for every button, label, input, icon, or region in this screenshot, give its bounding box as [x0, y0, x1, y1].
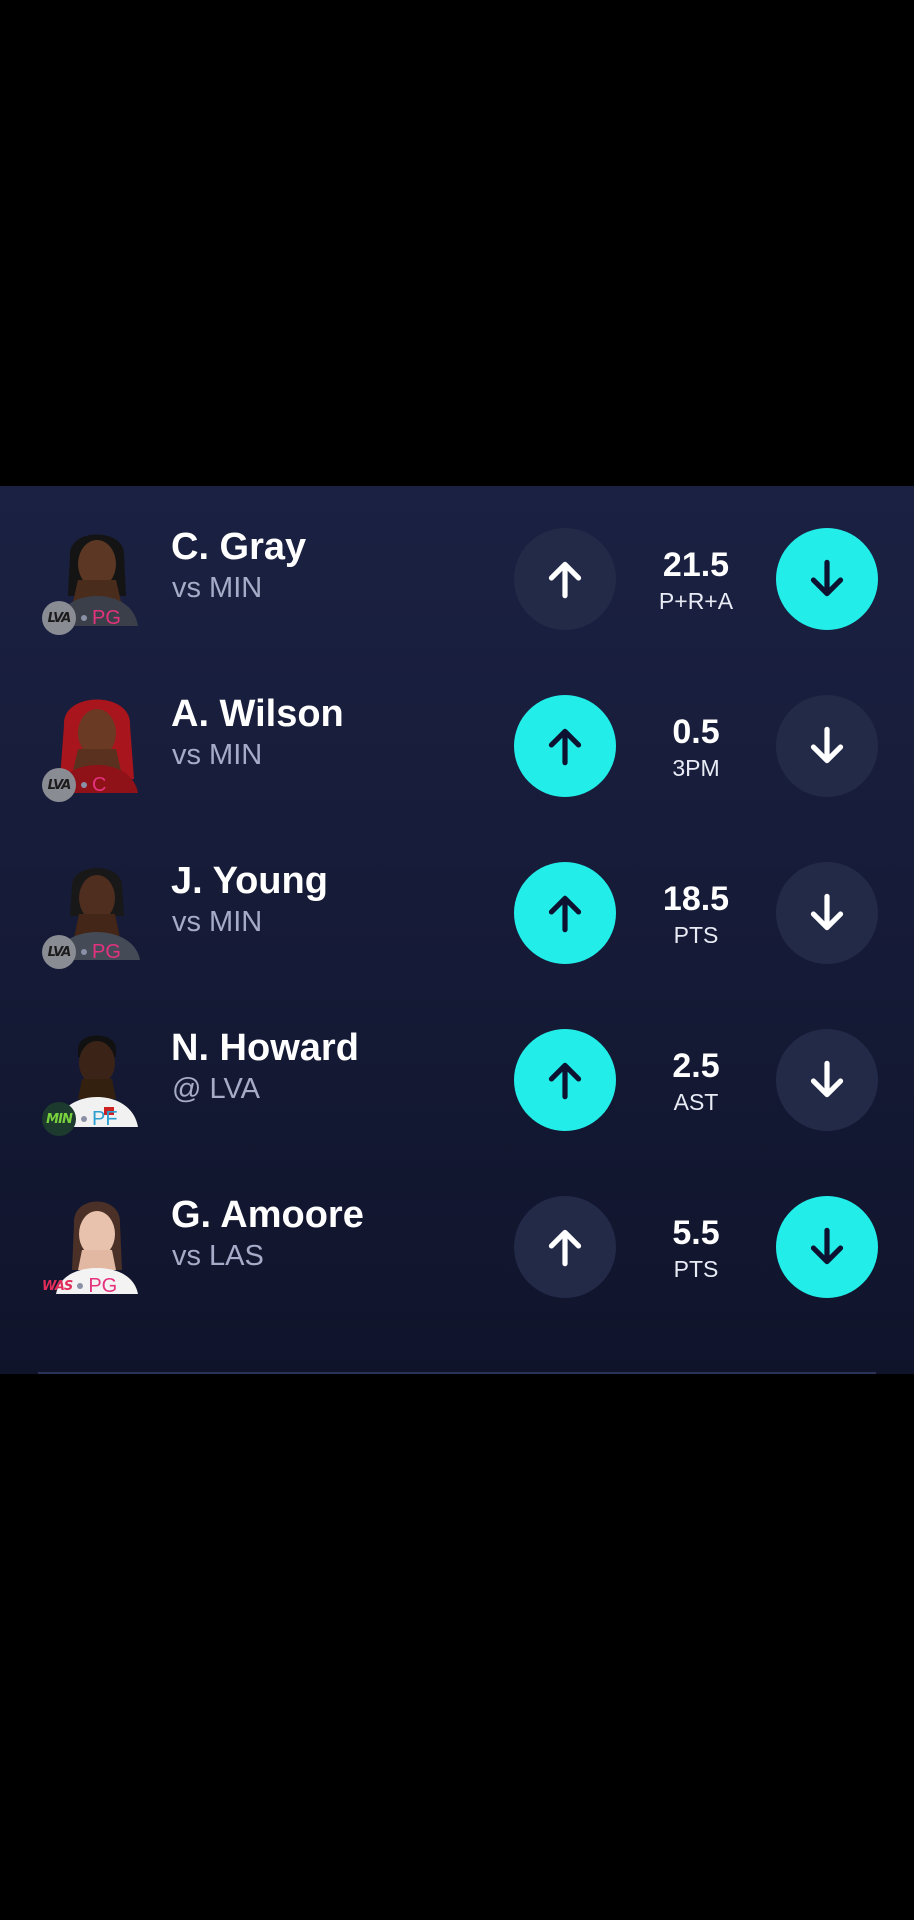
less-button[interactable]	[776, 1029, 878, 1131]
player-position: PF	[92, 1107, 118, 1130]
more-button[interactable]	[514, 528, 616, 630]
player-row-amoore: WAS PG G. Amoore vs LAS 5.5 PTS	[0, 1154, 914, 1321]
player-opponent: @ LVA	[172, 1073, 261, 1105]
stat-type: P+R+A	[658, 588, 734, 614]
stat-type: PTS	[673, 1256, 719, 1282]
separator-dot	[77, 1283, 84, 1289]
separator-dot	[81, 1116, 87, 1122]
player-opponent: vs LAS	[172, 1240, 264, 1272]
more-button[interactable]	[514, 862, 616, 964]
less-button[interactable]	[776, 695, 878, 797]
player-opponent: vs MIN	[172, 572, 263, 604]
player-row-howard: MIN PF N. Howard @ LVA 2.5 AST	[0, 987, 914, 1154]
line-value: 2.5	[672, 1047, 720, 1085]
separator-dot	[81, 615, 87, 621]
less-button[interactable]	[776, 1196, 878, 1298]
team-badge: LVA	[42, 768, 76, 802]
screen: LVA PG C. Gray vs MIN 21.5 P+R+A LVA C A…	[0, 0, 914, 1920]
separator-dot	[81, 782, 87, 788]
bottom-divider	[38, 1372, 876, 1374]
more-button[interactable]	[514, 1196, 616, 1298]
player-team-position: LVA C	[42, 768, 107, 802]
less-button[interactable]	[776, 862, 878, 964]
arrow-up-icon	[548, 895, 582, 933]
arrow-up-icon	[548, 1229, 582, 1267]
stat-type: AST	[673, 1089, 719, 1115]
player-name: J. Young	[171, 860, 328, 902]
team-badge: MIN	[42, 1102, 76, 1136]
line-value: 5.5	[672, 1214, 720, 1252]
arrow-down-icon	[810, 893, 844, 931]
arrow-down-icon	[810, 1227, 844, 1265]
line-value: 0.5	[672, 713, 720, 751]
player-position: PG	[92, 940, 121, 963]
player-avatar: LVA C	[38, 689, 156, 807]
player-name: G. Amoore	[171, 1194, 364, 1236]
team-badge: WAS	[42, 1278, 73, 1294]
player-position: PG	[88, 1274, 118, 1297]
team-badge: LVA	[42, 935, 76, 969]
player-name: N. Howard	[171, 1027, 359, 1069]
stat-type: 3PM	[672, 755, 720, 781]
player-opponent: vs MIN	[172, 906, 263, 938]
player-opponent: vs MIN	[172, 739, 263, 771]
line-value: 21.5	[662, 546, 730, 584]
player-team-position: LVA PG	[42, 601, 121, 635]
player-name: C. Gray	[171, 526, 307, 568]
player-picks-panel: LVA PG C. Gray vs MIN 21.5 P+R+A LVA C A…	[0, 486, 914, 1374]
player-avatar: LVA PG	[38, 522, 156, 640]
arrow-down-icon	[810, 726, 844, 764]
team-badge: LVA	[42, 601, 76, 635]
separator-dot	[81, 949, 87, 955]
player-row-gray: LVA PG C. Gray vs MIN 21.5 P+R+A	[0, 486, 914, 653]
player-row-wilson: LVA C A. Wilson vs MIN 0.5 3PM	[0, 653, 914, 820]
player-name: A. Wilson	[171, 693, 344, 735]
player-avatar: MIN PF	[38, 1023, 156, 1141]
player-avatar: WAS PG	[38, 1190, 156, 1308]
stat-type: PTS	[673, 922, 719, 948]
arrow-up-icon	[548, 1062, 582, 1100]
arrow-down-icon	[810, 559, 844, 597]
player-position: C	[92, 773, 107, 796]
more-button[interactable]	[514, 695, 616, 797]
player-row-young: LVA PG J. Young vs MIN 18.5 PTS	[0, 820, 914, 987]
player-team-position: LVA PG	[42, 935, 121, 969]
player-team-position: WAS PG	[42, 1270, 117, 1302]
arrow-up-icon	[548, 561, 582, 599]
player-team-position: MIN PF	[42, 1102, 118, 1136]
player-avatar: LVA PG	[38, 856, 156, 974]
arrow-down-icon	[810, 1060, 844, 1098]
more-button[interactable]	[514, 1029, 616, 1131]
player-position: PG	[92, 606, 121, 629]
line-value: 18.5	[662, 880, 730, 918]
arrow-up-icon	[548, 728, 582, 766]
less-button[interactable]	[776, 528, 878, 630]
